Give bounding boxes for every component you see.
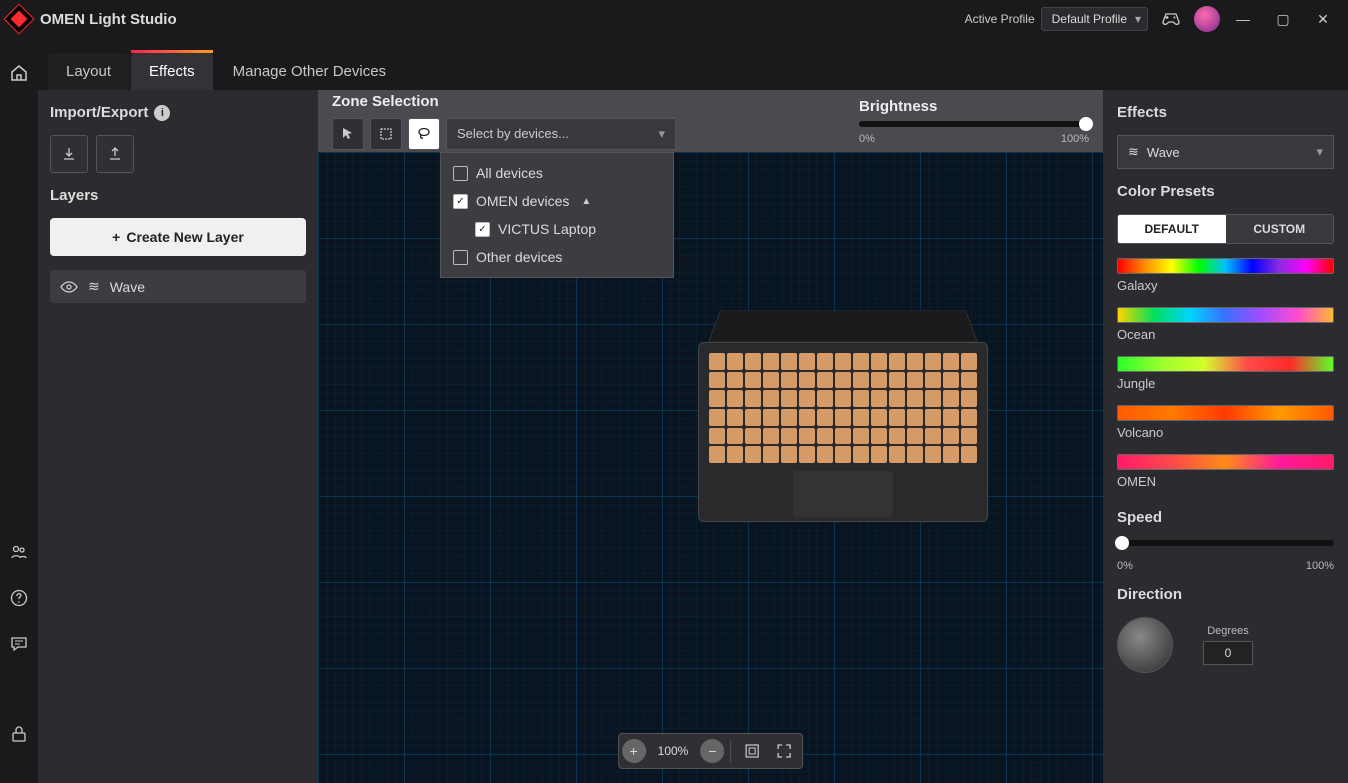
- left-panel: Import/Export i Layers +Create New Layer…: [38, 90, 318, 783]
- import-button[interactable]: [50, 135, 88, 173]
- degrees-input[interactable]: 0: [1203, 641, 1253, 665]
- lasso-tool-button[interactable]: [408, 118, 440, 150]
- zoom-toolbar: + 100% −: [618, 733, 804, 769]
- preset-tab-custom[interactable]: CUSTOM: [1226, 215, 1334, 243]
- zoom-value: 100%: [648, 744, 699, 758]
- wave-effect-icon: ≋: [1128, 144, 1139, 160]
- zone-selection-label: Zone Selection: [332, 93, 676, 110]
- preset-tabs: DEFAULT CUSTOM: [1117, 214, 1334, 244]
- minimize-button[interactable]: —: [1226, 2, 1260, 36]
- layer-name: Wave: [110, 279, 145, 295]
- preset-tab-default[interactable]: DEFAULT: [1118, 215, 1226, 243]
- device-preview-laptop[interactable]: [698, 282, 988, 522]
- checkbox-checked-icon: ✓: [453, 194, 468, 209]
- speed-slider[interactable]: [1117, 540, 1334, 546]
- active-profile-label: Active Profile: [965, 12, 1035, 26]
- dd-victus-laptop[interactable]: ✓VICTUS Laptop: [441, 215, 673, 243]
- dd-omen-devices[interactable]: ✓OMEN devices▲: [441, 187, 673, 215]
- pointer-tool-button[interactable]: [332, 118, 364, 150]
- tab-layout[interactable]: Layout: [48, 53, 129, 90]
- brightness-label: Brightness: [859, 98, 1089, 115]
- layer-item[interactable]: ≋ Wave: [50, 270, 306, 303]
- marquee-tool-button[interactable]: [370, 118, 402, 150]
- info-icon[interactable]: i: [154, 105, 170, 121]
- feedback-icon[interactable]: [8, 633, 30, 655]
- icon-rail: [0, 38, 38, 783]
- collapse-icon: ▲: [581, 196, 591, 207]
- maximize-button[interactable]: ▢: [1266, 2, 1300, 36]
- users-icon[interactable]: [8, 541, 30, 563]
- titlebar: OMEN Light Studio Active Profile Default…: [0, 0, 1348, 38]
- degrees-label: Degrees: [1207, 625, 1249, 637]
- direction-label: Direction: [1117, 586, 1334, 603]
- close-button[interactable]: ✕: [1306, 2, 1340, 36]
- wave-effect-icon: ≋: [88, 278, 100, 295]
- app-title: OMEN Light Studio: [40, 11, 177, 28]
- checkbox-icon: [453, 250, 468, 265]
- color-presets-title: Color Presets: [1117, 183, 1334, 200]
- canvas-panel: Zone Selection Select by devices... Brig…: [318, 90, 1103, 783]
- speed-label: Speed: [1117, 509, 1334, 526]
- preset-galaxy[interactable]: Galaxy: [1117, 258, 1334, 293]
- fullscreen-button[interactable]: [769, 737, 799, 765]
- preset-jungle[interactable]: Jungle: [1117, 356, 1334, 391]
- export-button[interactable]: [96, 135, 134, 173]
- effects-title: Effects: [1117, 104, 1334, 121]
- omen-logo-icon: [3, 3, 34, 34]
- effect-type-dropdown[interactable]: ≋Wave: [1117, 135, 1334, 169]
- canvas-grid[interactable]: All devices ✓OMEN devices▲ ✓VICTUS Lapto…: [318, 152, 1103, 783]
- right-panel: Effects ≋Wave Color Presets DEFAULT CUST…: [1103, 90, 1348, 783]
- brightness-slider[interactable]: [859, 121, 1089, 127]
- gamepad-icon[interactable]: [1154, 2, 1188, 36]
- dd-other-devices[interactable]: Other devices: [441, 243, 673, 271]
- dd-all-devices[interactable]: All devices: [441, 159, 673, 187]
- checkbox-icon: [453, 166, 468, 181]
- help-icon[interactable]: [8, 587, 30, 609]
- create-layer-button[interactable]: +Create New Layer: [50, 218, 306, 256]
- select-by-devices-dropdown[interactable]: Select by devices...: [446, 118, 676, 150]
- import-export-title: Import/Export i: [50, 104, 306, 121]
- preset-ocean[interactable]: Ocean: [1117, 307, 1334, 342]
- tab-effects[interactable]: Effects: [131, 53, 213, 90]
- direction-dial[interactable]: [1117, 617, 1173, 673]
- layers-title: Layers: [50, 187, 306, 204]
- fit-screen-button[interactable]: [737, 737, 767, 765]
- zoom-in-button[interactable]: +: [622, 739, 646, 763]
- device-dropdown-menu: All devices ✓OMEN devices▲ ✓VICTUS Lapto…: [440, 152, 674, 278]
- lock-icon[interactable]: [8, 723, 30, 745]
- preset-volcano[interactable]: Volcano: [1117, 405, 1334, 440]
- tab-manage-devices[interactable]: Manage Other Devices: [215, 53, 404, 90]
- profile-dropdown[interactable]: Default Profile: [1041, 7, 1148, 31]
- zoom-out-button[interactable]: −: [700, 739, 724, 763]
- plus-icon: +: [112, 229, 120, 245]
- avatar-icon[interactable]: [1194, 6, 1220, 32]
- home-icon[interactable]: [8, 62, 30, 84]
- preset-omen[interactable]: OMEN: [1117, 454, 1334, 489]
- checkbox-checked-icon: ✓: [475, 222, 490, 237]
- visibility-icon[interactable]: [60, 281, 78, 293]
- tab-bar: Layout Effects Manage Other Devices: [38, 44, 1348, 90]
